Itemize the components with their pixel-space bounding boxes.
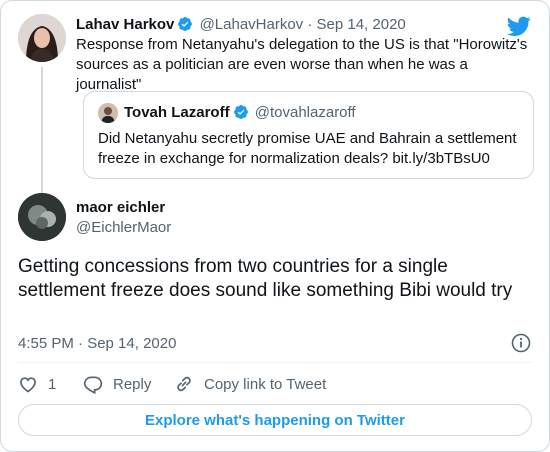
tweet-embed-card: Lahav Harkov @LahavHarkov · Sep 14, 2020… [0, 0, 550, 452]
quoted-author-name: Tovah Lazaroff [124, 104, 230, 121]
avatar-tovah-lazaroff [98, 103, 118, 123]
like-button[interactable]: 1 [18, 374, 56, 394]
copy-link-label: Copy link to Tweet [204, 375, 327, 393]
verified-badge-icon [233, 105, 248, 119]
thread-connector-line [41, 67, 43, 193]
like-count: 1 [48, 375, 57, 393]
divider [18, 362, 532, 363]
reply-to-tweet[interactable]: Lahav Harkov @LahavHarkov · Sep 14, 2020… [76, 15, 535, 95]
reply-button[interactable]: Reply [83, 374, 151, 394]
reply-to-date[interactable]: Sep 14, 2020 [317, 16, 406, 33]
copy-link-button[interactable]: Copy link to Tweet [174, 374, 326, 394]
reply-to-text: Response from Netanyahu's delegation to … [76, 36, 528, 93]
reply-to-author-handle[interactable]: @LahavHarkov [200, 16, 304, 33]
tweet-text: Getting concessions from two countries f… [18, 256, 513, 301]
quoted-tweet-text: Did Netanyahu secretly promise UAE and B… [98, 130, 517, 167]
reply-label: Reply [113, 375, 152, 393]
avatar-maor-eichler[interactable] [18, 193, 66, 241]
author-handle[interactable]: @EichlerMaor [76, 218, 171, 238]
avatar-lahav-harkov[interactable] [18, 14, 66, 62]
explore-twitter-button[interactable]: Explore what's happening on Twitter [18, 404, 532, 436]
verified-badge-icon [178, 17, 193, 31]
link-icon [177, 376, 191, 392]
quoted-tweet-box[interactable]: Tovah Lazaroff @tovahlazaroff Did Netany… [83, 91, 534, 179]
heart-icon [20, 377, 36, 393]
info-icon[interactable] [511, 333, 531, 353]
separator-dot: · [307, 16, 313, 33]
quoted-author-handle: @tovahlazaroff [254, 104, 356, 121]
reply-bubble-icon [83, 376, 103, 394]
author-name[interactable]: maor eichler [76, 198, 165, 218]
tweet-timestamp[interactable]: 4:55 PM · Sep 14, 2020 [18, 334, 176, 354]
reply-to-author-name[interactable]: Lahav Harkov [76, 16, 174, 33]
